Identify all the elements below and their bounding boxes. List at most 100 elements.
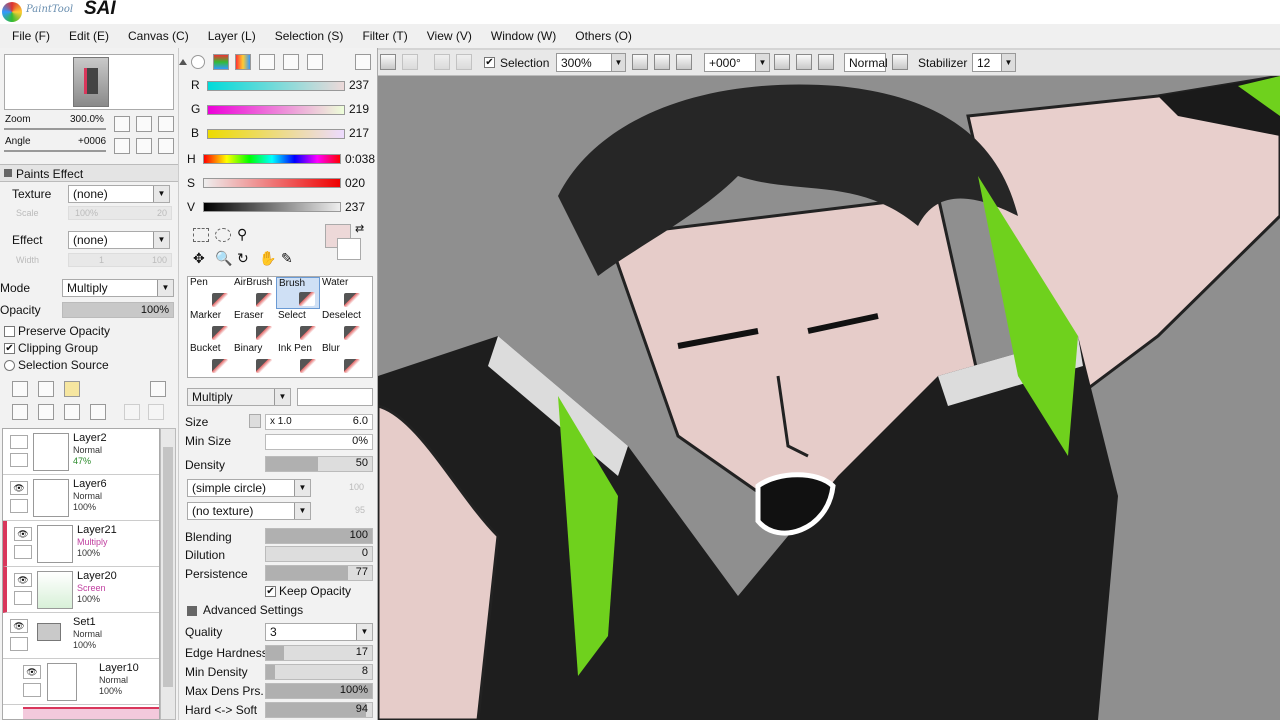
edge-hardness-slider[interactable]: 17 <box>265 645 373 661</box>
hard-soft-slider[interactable]: 94 <box>265 702 373 718</box>
scratchpad-icon[interactable] <box>283 54 299 70</box>
eye-icon[interactable]: 👁 <box>23 665 41 679</box>
lock-toggle[interactable] <box>14 591 32 605</box>
menu-others[interactable]: Others (O) <box>575 29 632 43</box>
min-size-slider[interactable]: 0% <box>265 434 373 450</box>
brush-shape-select[interactable]: (simple circle) ▼ <box>187 479 311 497</box>
rotate-icon[interactable]: ↻ <box>237 250 249 267</box>
stabilizer-select[interactable]: 12 ▼ <box>972 53 1016 72</box>
deselect-icon[interactable] <box>434 54 450 70</box>
rotate-reset-icon[interactable] <box>158 138 174 154</box>
eye-icon[interactable]: 👁 <box>14 573 32 587</box>
lock-toggle[interactable] <box>10 637 28 651</box>
eyedropper-icon[interactable]: ✎ <box>281 250 293 267</box>
zoom-slider[interactable] <box>4 128 106 130</box>
angle-slider[interactable] <box>4 150 106 152</box>
delete-layer-icon[interactable] <box>90 404 106 420</box>
blending-slider[interactable]: 100 <box>265 528 373 544</box>
lock-toggle[interactable] <box>10 453 28 467</box>
color-swatches-icon[interactable] <box>259 54 275 70</box>
collapse-icon[interactable] <box>187 606 197 616</box>
menu-filter[interactable]: Filter (T) <box>362 29 407 43</box>
color-wheel-icon[interactable] <box>191 55 205 69</box>
visibility-toggle[interactable] <box>10 435 28 449</box>
clipping-group-checkbox[interactable]: ✔ <box>4 343 15 354</box>
menu-edit[interactable]: Edit (E) <box>69 29 109 43</box>
merge-down-icon[interactable] <box>38 404 54 420</box>
user-swatches-icon[interactable] <box>307 54 323 70</box>
scale-bar[interactable]: 100% 20 <box>68 206 172 220</box>
clear-layer-icon[interactable] <box>64 404 80 420</box>
layer-item[interactable]: 👁 Layer21 Multiply 100% <box>3 521 159 567</box>
delete-mask-icon[interactable] <box>148 404 164 420</box>
rotate-reset-icon[interactable] <box>818 54 834 70</box>
tool-deselect[interactable]: Deselect <box>320 310 364 342</box>
angle-select[interactable]: +000° ▼ <box>704 53 770 72</box>
eye-icon[interactable]: 👁 <box>14 527 32 541</box>
tool-airbrush[interactable]: AirBrush <box>232 277 276 309</box>
effect-select[interactable]: (none) ▼ <box>68 231 170 249</box>
layer-item[interactable]: 👁 Layer20 Screen 100% <box>3 567 159 613</box>
tool-marker[interactable]: Marker <box>188 310 232 342</box>
preserve-opacity-checkbox[interactable] <box>4 326 15 337</box>
max-dens-prs-slider[interactable]: 100% <box>265 683 373 699</box>
tool-eraser[interactable]: Eraser <box>232 310 276 342</box>
size-slider[interactable]: x 1.0 6.0 <box>265 414 373 430</box>
scrollbar-thumb[interactable] <box>163 447 173 687</box>
new-linework-layer-icon[interactable] <box>38 381 54 397</box>
navigator-preview[interactable] <box>4 54 174 110</box>
tool-pen[interactable]: Pen <box>188 277 232 309</box>
hsv-slider-icon[interactable] <box>235 54 251 70</box>
rotate-right-icon[interactable] <box>796 54 812 70</box>
menu-view[interactable]: View (V) <box>427 29 472 43</box>
hand-icon[interactable]: ✋ <box>259 250 276 267</box>
texture-select[interactable]: (none) ▼ <box>68 185 170 203</box>
flip-icon[interactable] <box>892 54 908 70</box>
lock-toggle[interactable] <box>14 545 32 559</box>
saturation-slider[interactable] <box>203 178 341 188</box>
paints-effect-header[interactable]: Paints Effect <box>0 164 178 182</box>
brush-shape-buttons[interactable] <box>297 388 373 406</box>
tool-binary[interactable]: Binary <box>232 343 276 375</box>
min-density-slider[interactable]: 8 <box>265 664 373 680</box>
menu-selection[interactable]: Selection (S) <box>275 29 344 43</box>
zoom-reset-icon[interactable] <box>676 54 692 70</box>
selection-checkbox[interactable]: ✔ <box>484 57 495 68</box>
layer-item[interactable]: 👁 Layer10 Normal 100% <box>3 659 159 705</box>
zoom-out-icon[interactable] <box>114 116 130 132</box>
advanced-settings-label[interactable]: Advanced Settings <box>203 603 303 617</box>
persistence-slider[interactable]: 77 <box>265 565 373 581</box>
tool-water[interactable]: Water <box>320 277 364 309</box>
panel-menu-icon[interactable] <box>150 381 166 397</box>
secondary-color-swatch[interactable] <box>337 238 361 260</box>
quality-select[interactable]: 3 ▼ <box>265 623 373 641</box>
blend-select[interactable]: Normal <box>844 53 888 72</box>
lock-toggle[interactable] <box>10 499 28 513</box>
tool-brush[interactable]: Brush <box>276 277 320 309</box>
apply-mask-icon[interactable] <box>124 404 140 420</box>
move-icon[interactable]: ✥ <box>193 250 205 267</box>
tool-ink-pen[interactable]: Ink Pen <box>276 343 320 375</box>
selected-layer-item[interactable] <box>23 707 159 719</box>
layer-list-scrollbar[interactable] <box>160 428 176 720</box>
value-slider[interactable] <box>203 202 341 212</box>
swap-colors-icon[interactable]: ⇄ <box>355 222 364 235</box>
menu-layer[interactable]: Layer (L) <box>208 29 256 43</box>
rotate-right-icon[interactable] <box>136 138 152 154</box>
zoom-select[interactable]: 300% ▼ <box>556 53 626 72</box>
zoom-out-icon[interactable] <box>632 54 648 70</box>
layer-mode-select[interactable]: Multiply ▼ <box>62 279 174 297</box>
tool-bucket[interactable]: Bucket <box>188 343 232 375</box>
size-multiplier-button[interactable] <box>249 414 261 428</box>
rect-select-icon[interactable] <box>193 228 209 242</box>
width-bar[interactable]: 1 100 <box>68 253 172 267</box>
layer-item[interactable]: 👁 Layer6 Normal 100% <box>3 475 159 521</box>
transfer-down-icon[interactable] <box>12 404 28 420</box>
blue-slider[interactable] <box>207 129 345 139</box>
menu-file[interactable]: File (F) <box>12 29 50 43</box>
tool-blur[interactable]: Blur <box>320 343 364 375</box>
rotate-left-icon[interactable] <box>774 54 790 70</box>
menu-window[interactable]: Window (W) <box>491 29 556 43</box>
dilution-slider[interactable]: 0 <box>265 546 373 562</box>
lasso-icon[interactable] <box>215 228 231 242</box>
